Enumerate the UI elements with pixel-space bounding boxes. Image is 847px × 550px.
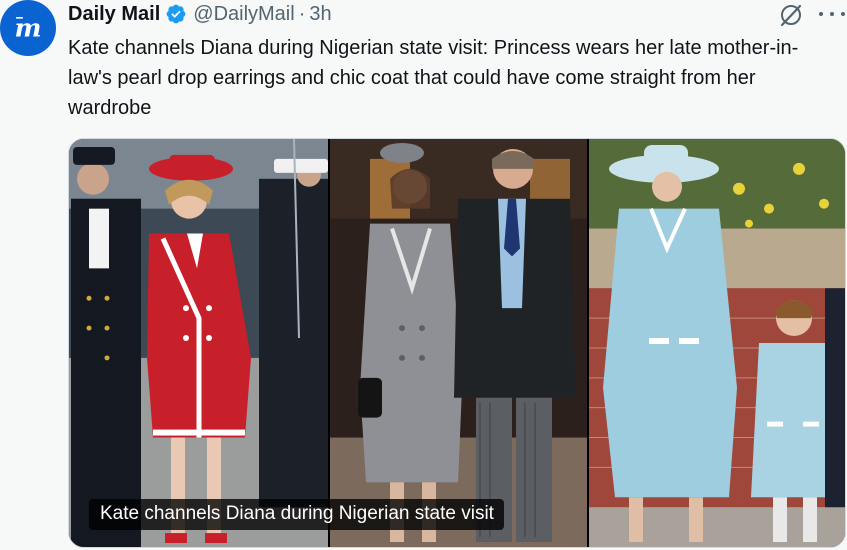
account-name[interactable]: Daily Mail: [68, 3, 160, 26]
more-dot: [841, 12, 845, 16]
tweet-text: Kate channels Diana during Nigerian stat…: [68, 37, 799, 119]
photo-blue-coat[interactable]: [589, 139, 845, 547]
grok-slash-icon[interactable]: [778, 2, 804, 28]
more-dot: [830, 12, 834, 16]
tweet-header: Daily Mail @DailyMail · 3h: [68, 0, 332, 28]
timestamp[interactable]: 3h: [309, 3, 331, 26]
media-grid[interactable]: Kate channels Diana during Nigerian stat…: [68, 138, 846, 548]
media-caption: Kate channels Diana during Nigerian stat…: [89, 499, 504, 530]
separator-dot: ·: [298, 2, 306, 25]
more-options-icon[interactable]: [819, 4, 845, 24]
photo-grey-coat[interactable]: [330, 139, 587, 547]
daily-mail-logo-icon: m: [15, 14, 42, 44]
account-handle[interactable]: @DailyMail: [193, 3, 294, 26]
tweet[interactable]: m Daily Mail @DailyMail · 3h Kate channe…: [0, 0, 847, 550]
verified-badge-icon: [165, 3, 187, 25]
avatar[interactable]: m: [0, 0, 56, 56]
photo-red-coat[interactable]: [69, 139, 328, 547]
more-dot: [819, 12, 823, 16]
